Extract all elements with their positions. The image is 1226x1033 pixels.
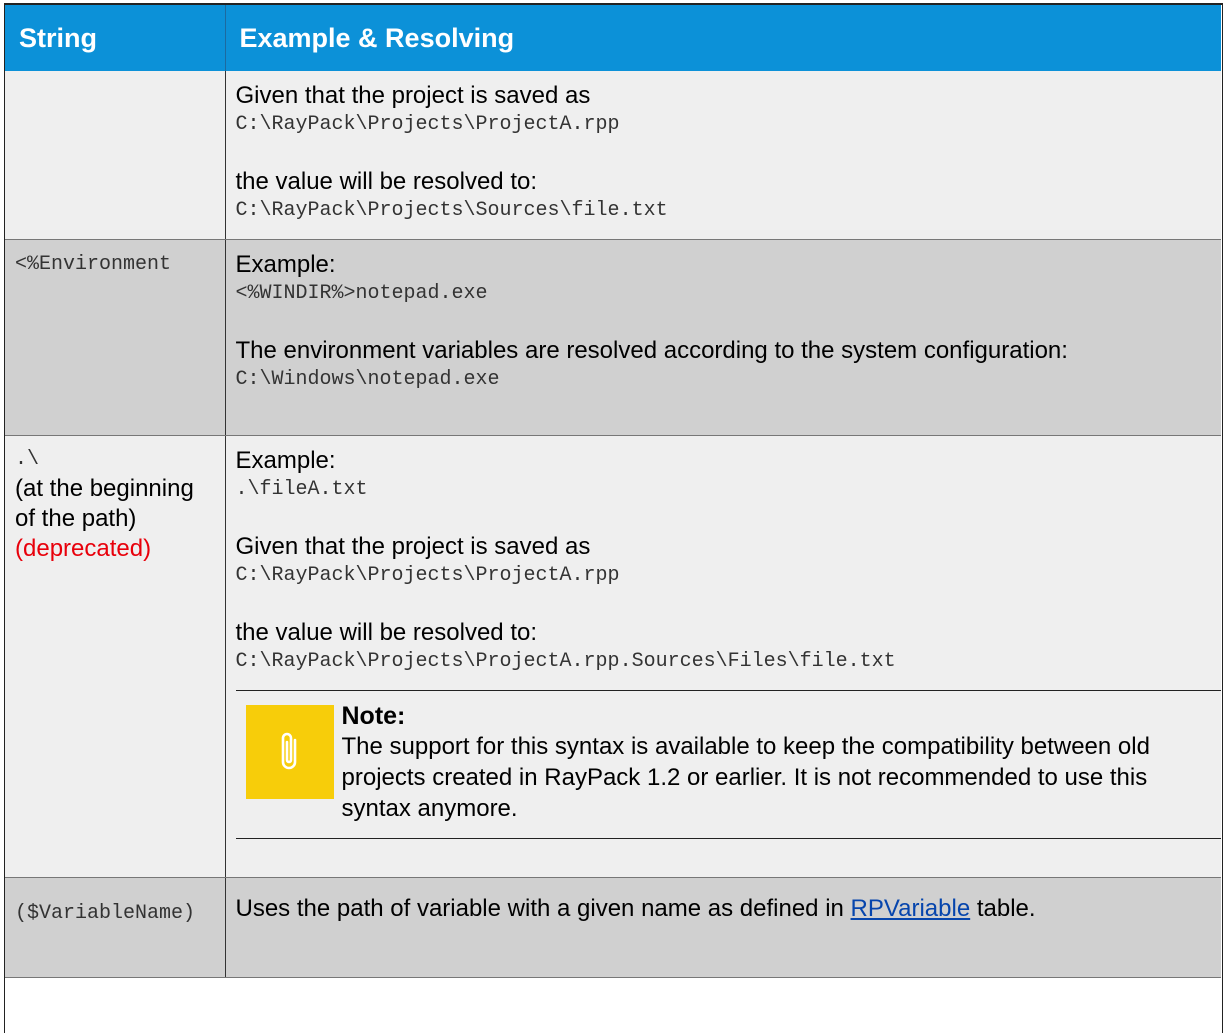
document-frame: String Example & Resolving Given that th… — [4, 3, 1223, 1033]
string-cell: ($VariableName) — [5, 877, 226, 978]
column-header-string: String — [5, 5, 226, 71]
column-header-example: Example & Resolving — [225, 5, 1221, 71]
example-text: the value will be resolved to: — [235, 618, 538, 646]
example-cell: Example: .\fileA.txt Given that the proj… — [225, 435, 1222, 878]
example-text-before: Uses the path of variable with a given n… — [235, 894, 851, 922]
example-text: The environment variables are resolved a… — [235, 336, 1068, 364]
example-text: Example: — [235, 446, 336, 474]
example-text-after: table. — [970, 894, 1036, 922]
example-code: C:\RayPack\Projects\ProjectA.rpp — [235, 563, 620, 587]
table-row: Given that the project is saved as C:\Ra… — [5, 71, 1221, 240]
example-code: .\fileA.txt — [235, 477, 368, 501]
deprecated-label: (deprecated) — [15, 534, 152, 562]
example-text: Given that the project is saved as — [235, 532, 591, 560]
syntax-table: String Example & Resolving Given that th… — [5, 5, 1221, 978]
example-code: C:\RayPack\Projects\Sources\file.txt — [235, 199, 668, 222]
example-text: Given that the project is saved as — [235, 82, 591, 109]
example-code: C:\RayPack\Projects\ProjectA.rpp — [235, 113, 620, 136]
note-title: Note: — [341, 701, 406, 730]
paperclip-icon — [245, 704, 334, 799]
example-code: <%WINDIR%>notepad.exe — [235, 281, 488, 305]
example-cell: Uses the path of variable with a given n… — [225, 877, 1221, 978]
example-text: Example: — [235, 250, 336, 278]
example-cell: Example: <%WINDIR%>notepad.exe The envir… — [225, 239, 1221, 436]
table-row: <%Environment Example: <%WINDIR%>notepad… — [5, 239, 1221, 436]
string-cell: .\ (at the beginning of the path) (depre… — [5, 435, 226, 878]
table-row: .\ (at the beginning of the path) (depre… — [5, 435, 1222, 878]
string-code: <%Environment — [15, 252, 172, 276]
example-cell: Given that the project is saved as C:\Ra… — [225, 71, 1221, 240]
rpvariable-link[interactable]: RPVariable — [851, 895, 971, 922]
string-code: .\ — [15, 447, 40, 471]
string-cell: <%Environment — [5, 239, 226, 436]
example-code: C:\RayPack\Projects\ProjectA.rpp.Sources… — [235, 649, 896, 673]
example-text: Uses the path of variable with a given n… — [236, 894, 1212, 924]
note-box: Note: The support for this syntax is ava… — [235, 689, 1222, 839]
example-text: the value will be resolved to: — [235, 168, 538, 195]
example-code: C:\Windows\notepad.exe — [235, 367, 500, 391]
string-description: (at the beginning of the path) — [15, 474, 194, 532]
table-row: ($VariableName) Uses the path of variabl… — [5, 877, 1221, 978]
note-body: Note: The support for this syntax is ava… — [334, 701, 1222, 824]
string-cell — [5, 71, 226, 240]
table-header-row: String Example & Resolving — [5, 5, 1221, 71]
string-code: ($VariableName) — [15, 901, 196, 925]
note-text: The support for this syntax is available… — [341, 732, 1150, 822]
